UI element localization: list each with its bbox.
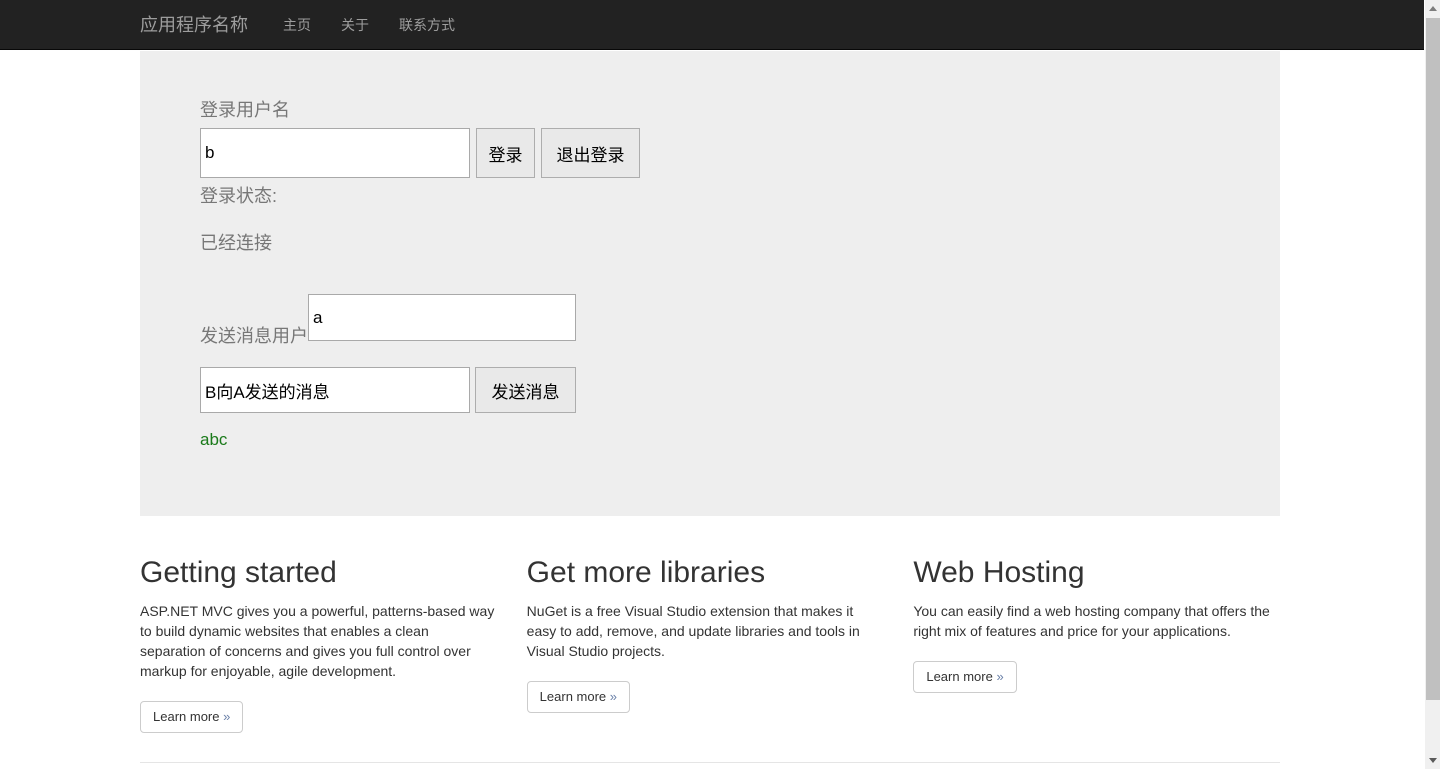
raquo-icon: » bbox=[996, 669, 1004, 684]
feature-title: Getting started bbox=[140, 556, 337, 589]
target-user-label: 发送消息用户 bbox=[200, 326, 308, 346]
navbar-brand[interactable]: 应用程序名称 bbox=[125, 0, 263, 50]
message-send-row: 发送消息 bbox=[200, 367, 1220, 413]
feature-title: Get more libraries bbox=[526, 556, 766, 589]
chevron-down-icon bbox=[1429, 758, 1437, 763]
feature-text: You can easily find a web hosting compan… bbox=[913, 603, 1270, 639]
navbar-inner: 应用程序名称 主页 关于 联系方式 bbox=[140, 0, 470, 50]
page-container: 登录用户名 登录 退出登录 登录状态: 已经连接 发送消息用户 发送消息 abc bbox=[140, 51, 1280, 516]
vertical-scrollbar[interactable] bbox=[1424, 0, 1440, 769]
scroll-down-button[interactable] bbox=[1425, 752, 1440, 769]
learn-more-button-getting-started[interactable]: Learn more » bbox=[140, 701, 244, 733]
feature-text: NuGet is a free Visual Studio extension … bbox=[526, 603, 860, 659]
message-log-line: abc bbox=[200, 430, 228, 449]
login-status-value: 已经连接 bbox=[200, 233, 272, 253]
feature-column-web-hosting: Web Hosting You can easily find a web ho… bbox=[913, 555, 1300, 733]
login-username-label: 登录用户名 bbox=[200, 100, 290, 120]
learn-more-button-get-more-libraries[interactable]: Learn more » bbox=[526, 681, 631, 713]
top-navbar: 应用程序名称 主页 关于 联系方式 bbox=[0, 0, 1424, 50]
target-user-input[interactable] bbox=[308, 294, 576, 341]
feature-column-get-more-libraries: Get more libraries NuGet is a free Visua… bbox=[526, 555, 914, 733]
feature-text: ASP.NET MVC gives you a powerful, patter… bbox=[140, 603, 495, 679]
scrollbar-thumb[interactable] bbox=[1426, 18, 1440, 700]
nav-link-contact[interactable]: 联系方式 bbox=[384, 0, 470, 50]
login-status-label: 登录状态: bbox=[200, 186, 278, 206]
send-message-button[interactable]: 发送消息 bbox=[475, 367, 576, 413]
learn-more-label: Learn more bbox=[926, 669, 993, 684]
feature-title: Web Hosting bbox=[913, 556, 1085, 589]
jumbotron-panel: 登录用户名 登录 退出登录 登录状态: 已经连接 发送消息用户 发送消息 abc bbox=[140, 51, 1280, 516]
browser-viewport: 应用程序名称 主页 关于 联系方式 登录用户名 登录 退出登录 登录状态: 已经… bbox=[0, 0, 1424, 769]
learn-more-label: Learn more bbox=[539, 689, 607, 704]
feature-column-getting-started: Getting started ASP.NET MVC gives you a … bbox=[140, 555, 527, 733]
logout-button[interactable]: 退出登录 bbox=[541, 128, 640, 178]
learn-more-label: Learn more bbox=[153, 709, 220, 724]
navbar-links: 主页 关于 联系方式 bbox=[268, 0, 470, 50]
learn-more-button-web-hosting[interactable]: Learn more » bbox=[913, 661, 1017, 693]
footer-divider bbox=[140, 762, 1280, 763]
login-username-input[interactable] bbox=[200, 128, 470, 178]
nav-link-about[interactable]: 关于 bbox=[326, 0, 384, 50]
raquo-icon: » bbox=[223, 709, 231, 724]
scroll-up-button[interactable] bbox=[1425, 0, 1440, 17]
message-target-row: 发送消息用户 bbox=[200, 294, 1220, 363]
raquo-icon: » bbox=[609, 689, 618, 704]
message-body-input[interactable] bbox=[200, 367, 470, 413]
message-block: 发送消息用户 发送消息 abc bbox=[200, 294, 1220, 450]
nav-link-home[interactable]: 主页 bbox=[268, 0, 326, 50]
chevron-up-icon bbox=[1429, 6, 1437, 11]
feature-columns: Getting started ASP.NET MVC gives you a … bbox=[140, 555, 1300, 733]
login-button[interactable]: 登录 bbox=[476, 128, 535, 178]
login-row: 登录 退出登录 bbox=[200, 128, 1220, 178]
